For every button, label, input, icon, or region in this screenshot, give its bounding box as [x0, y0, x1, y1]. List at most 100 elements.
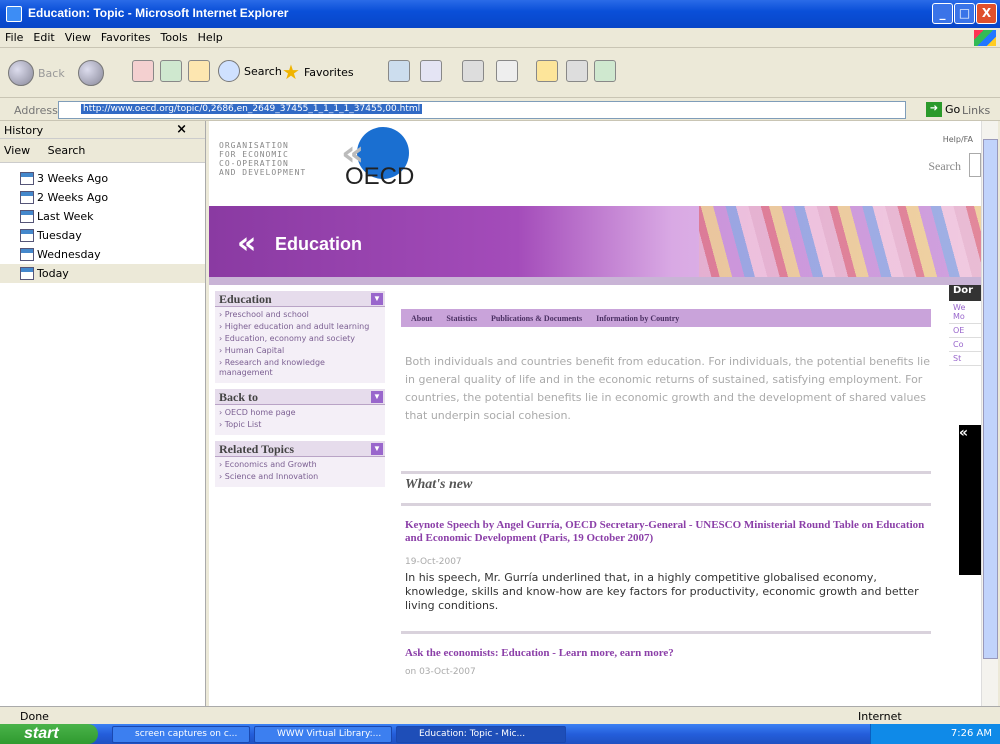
vertical-scrollbar[interactable] [981, 121, 998, 711]
nav-link-label[interactable]: Science and Innovation [225, 472, 319, 481]
nav-link[interactable]: › Research and knowledge management [215, 357, 385, 379]
org-line: CO-OPERATION [219, 159, 289, 168]
help-faq-link[interactable]: Help/FA [943, 135, 973, 144]
history-item-today[interactable]: Today [0, 264, 205, 283]
nav-header-back[interactable]: Back to ▼ [215, 389, 385, 405]
close-button[interactable]: X [976, 3, 997, 24]
nav-link[interactable]: › OECD home page [215, 407, 385, 419]
history-search-button[interactable]: Search [48, 144, 86, 157]
history-close-button[interactable]: × [176, 122, 187, 137]
tab-about[interactable]: About [411, 314, 432, 323]
nav-link-label[interactable]: Higher education and adult learning [225, 322, 370, 331]
tab-publications[interactable]: Publications & Documents [491, 314, 582, 323]
promo-image[interactable]: « [959, 425, 981, 575]
menu-favorites[interactable]: Favorites [96, 28, 156, 47]
education-banner: « Education [209, 206, 981, 277]
news-title-link[interactable]: Ask the economists: Education - Learn mo… [405, 647, 674, 659]
menu-help[interactable]: Help [193, 28, 228, 47]
menu-edit[interactable]: Edit [28, 28, 59, 47]
go-arrow-icon[interactable]: ➜ [926, 102, 942, 117]
refresh-icon[interactable] [160, 60, 182, 82]
edit-icon[interactable] [496, 60, 518, 82]
history-item[interactable]: Wednesday [0, 245, 205, 264]
forward-arrow-icon[interactable] [78, 60, 104, 86]
research-icon[interactable] [594, 60, 616, 82]
intro-text: Both individuals and countries benefit f… [405, 355, 930, 422]
folder-icon[interactable] [536, 60, 558, 82]
nav-link-label[interactable]: Education, economy and society [225, 334, 355, 343]
chevron-down-icon[interactable]: ▼ [371, 443, 383, 455]
calendar-icon [20, 210, 34, 223]
history-item[interactable]: Tuesday [0, 226, 205, 245]
menu-view[interactable]: View [60, 28, 96, 47]
oecd-logo-text[interactable]: OECD [345, 163, 414, 191]
news-date: on 03-Oct-2007 [405, 667, 476, 677]
nav-link[interactable]: › Preschool and school [215, 309, 385, 321]
print-icon[interactable] [462, 60, 484, 82]
nav-link-label[interactable]: Preschool and school [225, 310, 309, 319]
taskbar-item[interactable]: screen captures on c... [112, 726, 250, 743]
right-link[interactable]: Co [949, 338, 981, 352]
nav-link[interactable]: › Human Capital [215, 345, 385, 357]
right-column: Dor We Mo OE Co St « [949, 285, 981, 705]
back-button[interactable]: Back [38, 67, 65, 80]
go-button[interactable]: ➜ Go [926, 102, 960, 117]
nav-link[interactable]: › Science and Innovation [215, 471, 385, 483]
nav-link-label[interactable]: Economics and Growth [225, 460, 317, 469]
nav-link-label[interactable]: Research and knowledge management [219, 358, 325, 377]
links-button[interactable]: Links [962, 104, 990, 117]
messenger-icon[interactable] [566, 60, 588, 82]
menu-file[interactable]: File [0, 28, 28, 47]
calendar-icon [20, 229, 34, 242]
maximize-button[interactable]: □ [954, 3, 975, 24]
start-button[interactable]: start [0, 724, 98, 744]
home-icon[interactable] [188, 60, 210, 82]
nav-header-label: Related Topics [219, 442, 295, 456]
divider [401, 631, 931, 634]
chevron-down-icon[interactable]: ▼ [371, 391, 383, 403]
history-view-button[interactable]: View [4, 144, 30, 157]
nav-link-label[interactable]: Human Capital [225, 346, 284, 355]
nav-link[interactable]: › Topic List [215, 419, 385, 431]
address-input[interactable]: http://www.oecd.org/topic/0,2686,en_2649… [58, 101, 906, 119]
search-button[interactable]: Search [244, 65, 282, 78]
history-item[interactable]: 3 Weeks Ago [0, 169, 205, 188]
mail-icon[interactable] [420, 60, 442, 82]
chevron-down-icon[interactable]: ▼ [371, 293, 383, 305]
left-nav: Education ▼ › Preschool and school › High… [215, 291, 385, 493]
history-item[interactable]: Last Week [0, 207, 205, 226]
history-item[interactable]: 2 Weeks Ago [0, 188, 205, 207]
nav-link-label[interactable]: OECD home page [225, 408, 296, 417]
news-title-link[interactable]: Keynote Speech by Angel Gurría, OECD Sec… [405, 519, 925, 545]
back-arrow-icon[interactable] [8, 60, 34, 86]
right-link[interactable]: We Mo [949, 301, 981, 324]
taskbar-item[interactable]: WWW Virtual Library:... [254, 726, 392, 743]
nav-header-education[interactable]: Education ▼ [215, 291, 385, 307]
right-link[interactable]: St [949, 352, 981, 366]
search-icon[interactable] [218, 60, 240, 82]
news-date: 19-Oct-2007 [405, 557, 462, 567]
banner-image [699, 206, 981, 277]
right-link[interactable]: OE [949, 324, 981, 338]
nav-link-label[interactable]: Topic List [225, 420, 262, 429]
stop-icon[interactable] [132, 60, 154, 82]
nav-link[interactable]: › Economics and Growth [215, 459, 385, 471]
tab-statistics[interactable]: Statistics [446, 314, 477, 323]
media-icon[interactable] [388, 60, 410, 82]
favorites-button[interactable]: Favorites [304, 66, 354, 79]
favorites-star-icon[interactable]: ★ [282, 60, 300, 84]
tab-information-by-country[interactable]: Information by Country [596, 314, 679, 323]
taskbar-item-active[interactable]: Education: Topic - Mic... [396, 726, 566, 743]
address-bar: Address http://www.oecd.org/topic/0,2686… [0, 99, 1000, 121]
minimize-button[interactable]: _ [932, 3, 953, 24]
menu-tools[interactable]: Tools [156, 28, 193, 47]
vertical-scroll-thumb[interactable] [983, 139, 998, 659]
address-url[interactable]: http://www.oecd.org/topic/0,2686,en_2649… [81, 104, 423, 114]
go-label[interactable]: Go [945, 103, 960, 116]
search-input[interactable] [969, 153, 981, 177]
nav-link[interactable]: › Higher education and adult learning [215, 321, 385, 333]
nav-link[interactable]: › Education, economy and society [215, 333, 385, 345]
menu-bar: File Edit View Favorites Tools Help [0, 28, 1000, 48]
nav-header-related[interactable]: Related Topics ▼ [215, 441, 385, 457]
window-title: Education: Topic - Microsoft Internet Ex… [28, 6, 289, 20]
